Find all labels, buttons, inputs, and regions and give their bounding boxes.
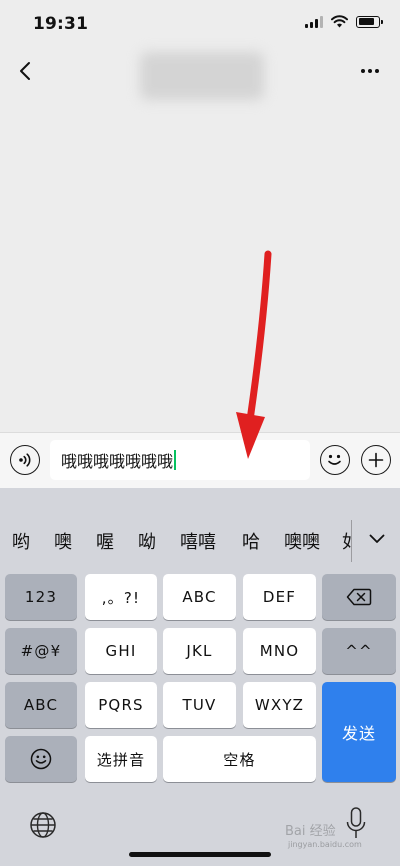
more-functions-button[interactable] [361, 445, 391, 475]
status-time: 19:31 [33, 14, 89, 34]
candidate-word[interactable]: 嘻嘻 [180, 528, 216, 554]
candidate-word[interactable]: 喔 [96, 528, 114, 554]
candidate-bar: 哟 噢 喔 呦 嘻嘻 哈 噢噢 如 [0, 520, 400, 562]
delete-key[interactable] [322, 574, 396, 620]
tuv-key[interactable]: TUV [163, 682, 236, 728]
english-switch-key[interactable]: ABC [5, 682, 77, 728]
input-bar: 哦哦哦哦哦哦哦 [0, 432, 400, 488]
wifi-icon [331, 15, 348, 28]
candidate-word[interactable]: 噢噢 [284, 528, 320, 554]
backspace-icon [346, 588, 372, 606]
voice-icon [19, 453, 31, 467]
watermark-url: jingyan.baidu.com [288, 840, 362, 849]
expand-candidates-button[interactable] [364, 526, 390, 552]
nav-bar [0, 48, 400, 100]
plus-icon [368, 452, 384, 468]
def-key[interactable]: DEF [243, 574, 316, 620]
jkl-key[interactable]: JKL [163, 628, 236, 674]
dictation-button[interactable] [344, 806, 368, 842]
keyboard: 哟 噢 喔 呦 嘻嘻 哈 噢噢 如 123 ,。?! ABC DEF #@¥ G… [0, 488, 400, 866]
cellular-signal-icon [305, 15, 323, 28]
message-input-text: 哦哦哦哦哦哦哦 [61, 452, 174, 471]
number-switch-key[interactable]: 123 [5, 574, 77, 620]
ghi-key[interactable]: GHI [85, 628, 157, 674]
emoji-button[interactable] [320, 445, 350, 475]
chat-title-blurred [140, 52, 264, 100]
back-button[interactable] [12, 56, 38, 86]
smiley-face-icon [328, 454, 341, 465]
globe-icon [30, 812, 56, 838]
emoticon-key[interactable]: ^^ [322, 628, 396, 674]
globe-button[interactable] [28, 810, 58, 840]
watermark-logo: Bai 经验 [285, 824, 336, 839]
status-icons [305, 15, 383, 28]
candidate-word[interactable]: 哟 [12, 528, 30, 554]
wxyz-key[interactable]: WXYZ [243, 682, 316, 728]
status-bar: 19:31 [0, 0, 400, 48]
punctuation-key[interactable]: ,。?! [85, 574, 157, 620]
candidate-word[interactable]: 噢 [54, 528, 72, 554]
candidate-word[interactable]: 哈 [242, 528, 260, 554]
message-input[interactable]: 哦哦哦哦哦哦哦 [50, 440, 310, 480]
abc-key[interactable]: ABC [163, 574, 236, 620]
candidate-word[interactable]: 如 [342, 528, 351, 554]
text-cursor [174, 450, 177, 470]
voice-input-button[interactable] [10, 445, 40, 475]
pqrs-key[interactable]: PQRS [85, 682, 157, 728]
emoji-keyboard-key[interactable] [5, 736, 77, 782]
smiley-face-icon [30, 748, 52, 770]
space-key[interactable]: 空格 [163, 736, 316, 782]
candidate-divider [351, 520, 352, 562]
microphone-icon [346, 807, 366, 838]
chevron-left-icon [20, 62, 30, 80]
chevron-down-icon [369, 534, 385, 543]
candidate-word[interactable]: 呦 [138, 528, 156, 554]
send-key[interactable]: 发送 [322, 682, 396, 782]
symbols-key[interactable]: #@¥ [5, 628, 77, 674]
mno-key[interactable]: MNO [243, 628, 316, 674]
chat-message-area[interactable] [0, 100, 400, 432]
more-options-button[interactable] [358, 60, 382, 82]
battery-icon [356, 15, 383, 28]
select-pinyin-key[interactable]: 选拼音 [85, 736, 157, 782]
home-indicator[interactable] [129, 852, 271, 857]
